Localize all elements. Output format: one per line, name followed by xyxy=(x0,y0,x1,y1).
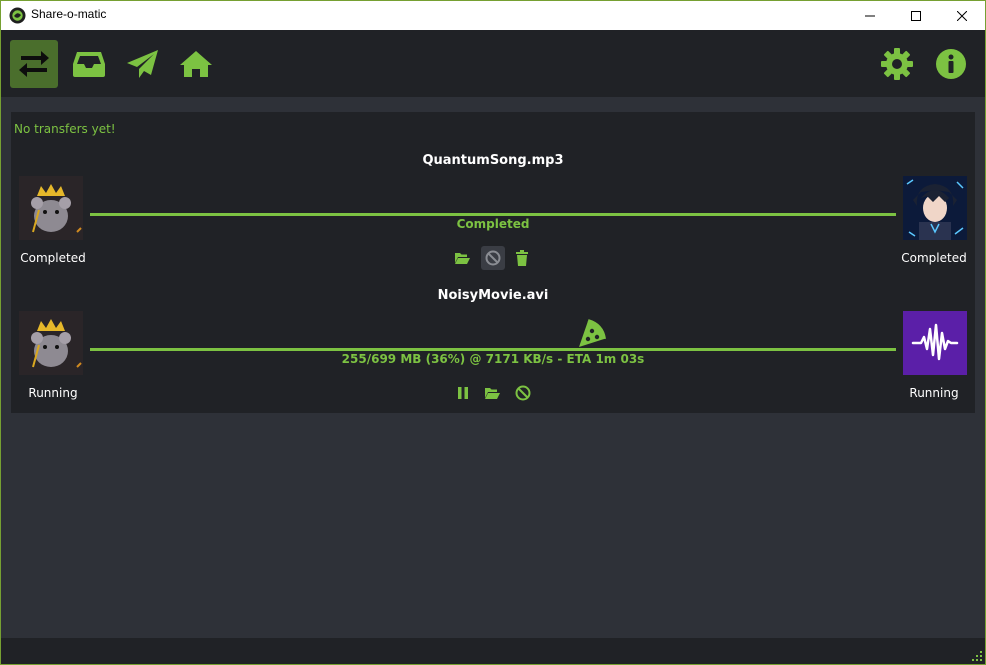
receiver-status: Completed xyxy=(901,251,967,265)
open-folder-icon xyxy=(485,388,500,399)
transfer-progress-bar xyxy=(90,213,896,216)
info-icon xyxy=(936,49,966,79)
maximize-icon xyxy=(911,10,921,21)
home-tab-button[interactable] xyxy=(172,40,220,88)
inbox-icon xyxy=(73,52,105,77)
send-icon xyxy=(127,50,158,78)
transfer-status-text: Completed xyxy=(456,217,530,231)
app-logo-icon xyxy=(9,7,26,24)
inbox-tab-button[interactable] xyxy=(65,40,113,88)
maximize-button[interactable] xyxy=(893,1,939,30)
pause-icon xyxy=(458,387,468,399)
cancel-icon xyxy=(515,385,531,401)
transfer-filename: QuantumSong.mp3 xyxy=(422,153,564,168)
transfers-panel: No transfers yet! QuantumSong.mp3 Comple… xyxy=(11,112,975,413)
settings-button[interactable] xyxy=(873,40,921,88)
receiver-avatar xyxy=(903,311,967,375)
transfer-filename: NoisyMovie.avi xyxy=(437,288,549,303)
transfer-status-text: 255/699 MB (36%) @ 7171 KB/s - ETA 1m 03… xyxy=(341,352,645,366)
empty-transfers-note: No transfers yet! xyxy=(14,122,116,136)
pause-button[interactable] xyxy=(451,381,475,405)
cancel-button[interactable] xyxy=(511,381,535,405)
resize-grip-icon[interactable] xyxy=(969,648,983,662)
delete-icon xyxy=(516,250,528,266)
app-window: Share-o-matic No transfers yet! QuantumS… xyxy=(0,0,986,665)
sender-status: Completed xyxy=(20,251,86,265)
receiver-avatar xyxy=(903,176,967,240)
minimize-icon xyxy=(865,15,875,16)
delete-button[interactable] xyxy=(510,246,534,270)
sender-status: Running xyxy=(28,386,78,400)
cancel-icon xyxy=(485,250,501,266)
transfers-tab-button[interactable] xyxy=(10,40,58,88)
home-icon xyxy=(180,51,212,77)
cancel-button[interactable] xyxy=(481,246,505,270)
about-button[interactable] xyxy=(927,40,975,88)
open-folder-icon xyxy=(455,253,470,264)
title-bar[interactable]: Share-o-matic xyxy=(1,1,985,30)
send-tab-button[interactable] xyxy=(119,40,167,88)
transfer-progress-bar xyxy=(90,348,896,351)
status-bar xyxy=(1,638,985,664)
transfers-icon xyxy=(19,51,49,77)
gear-icon xyxy=(881,48,913,80)
receiver-status: Running xyxy=(909,386,959,400)
close-icon xyxy=(957,10,967,21)
minimize-button[interactable] xyxy=(847,1,893,30)
pizza-slice-icon xyxy=(579,319,606,347)
close-button[interactable] xyxy=(939,1,985,30)
open-folder-button[interactable] xyxy=(480,381,504,405)
main-toolbar xyxy=(1,30,985,97)
open-folder-button[interactable] xyxy=(450,246,474,270)
window-title: Share-o-matic xyxy=(31,7,107,21)
